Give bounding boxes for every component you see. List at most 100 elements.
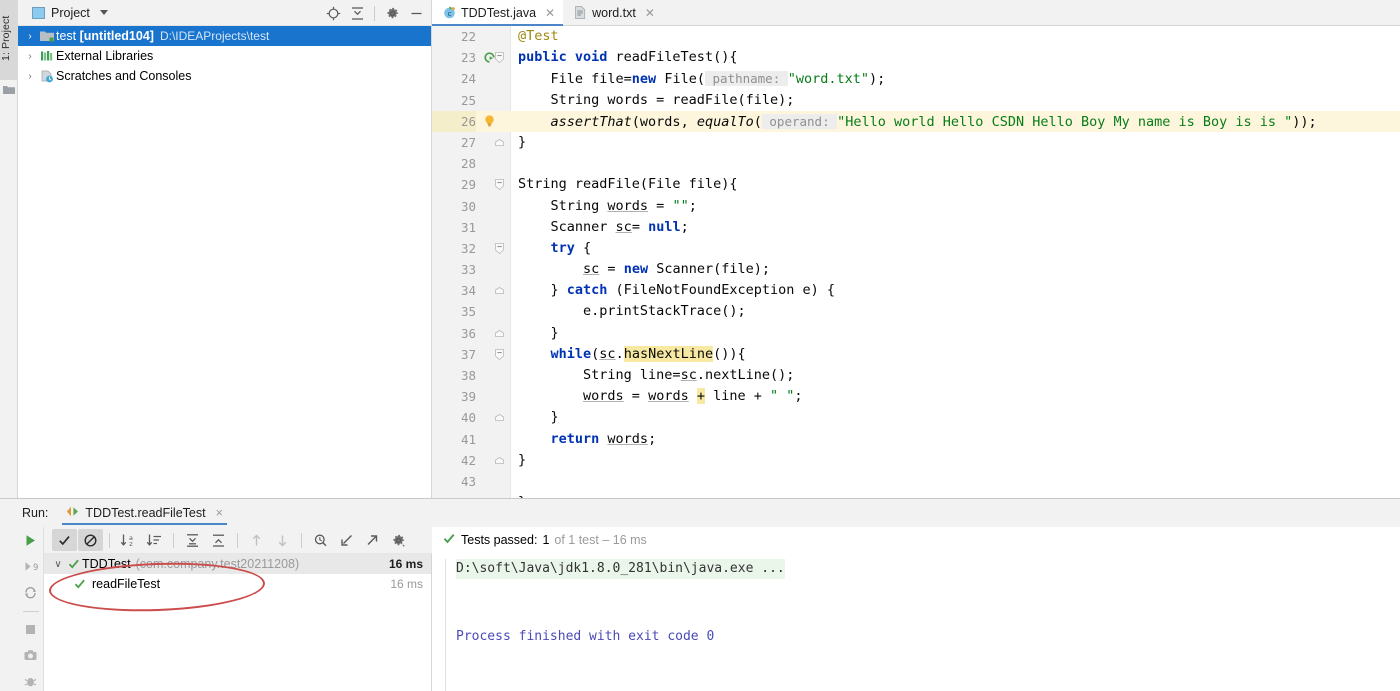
- line-number: 43: [432, 471, 476, 492]
- settings-gear-icon[interactable]: [386, 529, 411, 551]
- code-line: 34 } catch (FileNotFoundException e) {: [432, 280, 1400, 301]
- chevron-right-icon[interactable]: ›: [22, 31, 38, 42]
- test-duration: 16 ms: [390, 577, 423, 591]
- stop-icon[interactable]: [20, 618, 42, 639]
- run-panel-header: Run: TDDTest.readFileTest ×: [0, 499, 1400, 527]
- chevron-down-icon[interactable]: [100, 10, 108, 15]
- editor-tab-wordtxt[interactable]: word.txt ✕: [563, 0, 663, 25]
- code-text: e.printStackTrace();: [518, 303, 746, 319]
- code-line: 37 while(sc.hasNextLine()){: [432, 344, 1400, 365]
- chevron-right-icon[interactable]: ›: [22, 71, 38, 82]
- param-hint: pathname:: [705, 71, 788, 86]
- run-config-tab[interactable]: TDDTest.readFileTest ×: [62, 499, 227, 527]
- collapse-all-icon[interactable]: [206, 529, 231, 551]
- code-text: }: [518, 452, 526, 468]
- idea-window: 1: Project 7: Structure Favorites Projec…: [0, 0, 1400, 691]
- code-line: 33 sc = new Scanner(file);: [432, 259, 1400, 280]
- run-panel-body: 9: [0, 527, 1400, 691]
- test-passed-icon: [66, 558, 82, 570]
- import-tests-icon[interactable]: [334, 529, 359, 551]
- toolbar-divider: [301, 533, 302, 548]
- fold-marker[interactable]: [488, 323, 510, 344]
- screenshot-icon[interactable]: [20, 645, 42, 666]
- line-number: 38: [432, 365, 476, 386]
- project-panel-title-group[interactable]: Project: [22, 6, 108, 20]
- close-icon[interactable]: ✕: [545, 6, 555, 20]
- code-line: 30 String words = "";: [432, 196, 1400, 217]
- collapse-all-icon[interactable]: [346, 2, 368, 24]
- test-tree-row-method[interactable]: readFileTest 16 ms: [44, 574, 431, 594]
- toolbar-divider: [237, 533, 238, 548]
- export-tests-icon[interactable]: [360, 529, 385, 551]
- fold-marker[interactable]: [488, 450, 510, 471]
- editor-tab-label: TDDTest.java: [461, 6, 536, 20]
- chevron-right-icon[interactable]: ›: [22, 51, 38, 62]
- gear-icon[interactable]: [381, 2, 403, 24]
- expand-all-icon[interactable]: [180, 529, 205, 551]
- code-text: assertThat: [518, 114, 632, 130]
- next-failed-icon[interactable]: [270, 529, 295, 551]
- tree-row-label: test [untitled104]: [56, 29, 154, 43]
- chevron-down-icon[interactable]: ∨: [50, 559, 66, 570]
- test-class-package: (com.company.test20211208): [136, 557, 300, 571]
- close-icon[interactable]: ×: [216, 506, 223, 520]
- rerun-icon[interactable]: [20, 530, 42, 551]
- console-output[interactable]: D:\soft\Java\jdk1.8.0_281\bin\java.exe .…: [445, 559, 1400, 691]
- fold-marker[interactable]: [488, 47, 510, 68]
- tree-row-scratches[interactable]: › Scratches and Consoles: [18, 66, 431, 86]
- test-method-name: readFileTest: [92, 577, 160, 591]
- debug-icon[interactable]: [20, 671, 42, 691]
- project-panel-title: Project: [51, 6, 90, 20]
- run-tool-window: Run: TDDTest.readFileTest × 9: [0, 498, 1400, 691]
- editor-tab-tddtest[interactable]: c TDDTest.java ✕: [432, 0, 563, 25]
- param-hint: operand:: [762, 114, 837, 129]
- test-tree-row-class[interactable]: ∨ TDDTest (com.company.test20211208) 16 …: [44, 554, 431, 574]
- minimize-icon[interactable]: [405, 2, 427, 24]
- code-line: 28: [432, 153, 1400, 174]
- status-prefix: Tests passed:: [461, 533, 537, 547]
- editor-tab-label: word.txt: [592, 6, 636, 20]
- sidebar-item-project[interactable]: 1: Project: [0, 0, 18, 80]
- line-number: 33: [432, 259, 476, 280]
- status-suffix: of 1 test – 16 ms: [554, 533, 646, 547]
- fold-marker[interactable]: [488, 280, 510, 301]
- fold-marker[interactable]: [488, 344, 510, 365]
- code-text: while: [518, 346, 591, 362]
- toggle-auto-test-icon[interactable]: [20, 582, 42, 603]
- code-line: 39 words = words + line + " ";: [432, 386, 1400, 407]
- code-line-current: 26 assertThat(words, equalTo( operand: "…: [432, 111, 1400, 132]
- code-editor[interactable]: 22 @Test 23 public void readFileTest(){ …: [432, 26, 1400, 498]
- test-history-icon[interactable]: [308, 529, 333, 551]
- lightbulb-icon[interactable]: [478, 111, 500, 132]
- code-text: }: [518, 325, 559, 341]
- fold-marker[interactable]: [488, 238, 510, 259]
- line-number: 25: [432, 90, 476, 111]
- line-number: 27: [432, 132, 476, 153]
- rerun-failed-icon[interactable]: 9: [20, 556, 42, 577]
- tree-row-external-libraries[interactable]: › External Libraries: [18, 46, 431, 66]
- fold-marker[interactable]: [488, 132, 510, 153]
- show-ignored-icon[interactable]: [78, 529, 103, 551]
- prev-failed-icon[interactable]: [244, 529, 269, 551]
- sort-by-duration-icon[interactable]: [142, 529, 167, 551]
- console-pane: Tests passed: 1 of 1 test – 16 ms D:\sof…: [433, 527, 1400, 691]
- test-status-line: Tests passed: 1 of 1 test – 16 ms: [433, 527, 1400, 553]
- line-number: 35: [432, 301, 476, 322]
- sort-alphabetically-icon[interactable]: az: [116, 529, 141, 551]
- fold-marker[interactable]: [488, 174, 510, 195]
- code-line: 25 String words = readFile(file);: [432, 90, 1400, 111]
- show-passed-icon[interactable]: [52, 529, 77, 551]
- fold-marker[interactable]: [488, 407, 510, 428]
- tree-row-test-module[interactable]: › test [untitled104] D:\IDEAProjects\tes…: [18, 26, 431, 46]
- test-duration: 16 ms: [389, 557, 423, 571]
- code-line: 27 }: [432, 132, 1400, 153]
- line-number: 24: [432, 68, 476, 89]
- code-line: 36 }: [432, 323, 1400, 344]
- close-icon[interactable]: ✕: [645, 6, 655, 20]
- locate-target-icon[interactable]: [322, 2, 344, 24]
- project-folder-icon: [3, 84, 15, 98]
- svg-text:z: z: [129, 540, 133, 548]
- project-panel-header: Project: [18, 0, 431, 26]
- line-number: 42: [432, 450, 476, 471]
- code-text: readFileTest(){: [607, 49, 737, 65]
